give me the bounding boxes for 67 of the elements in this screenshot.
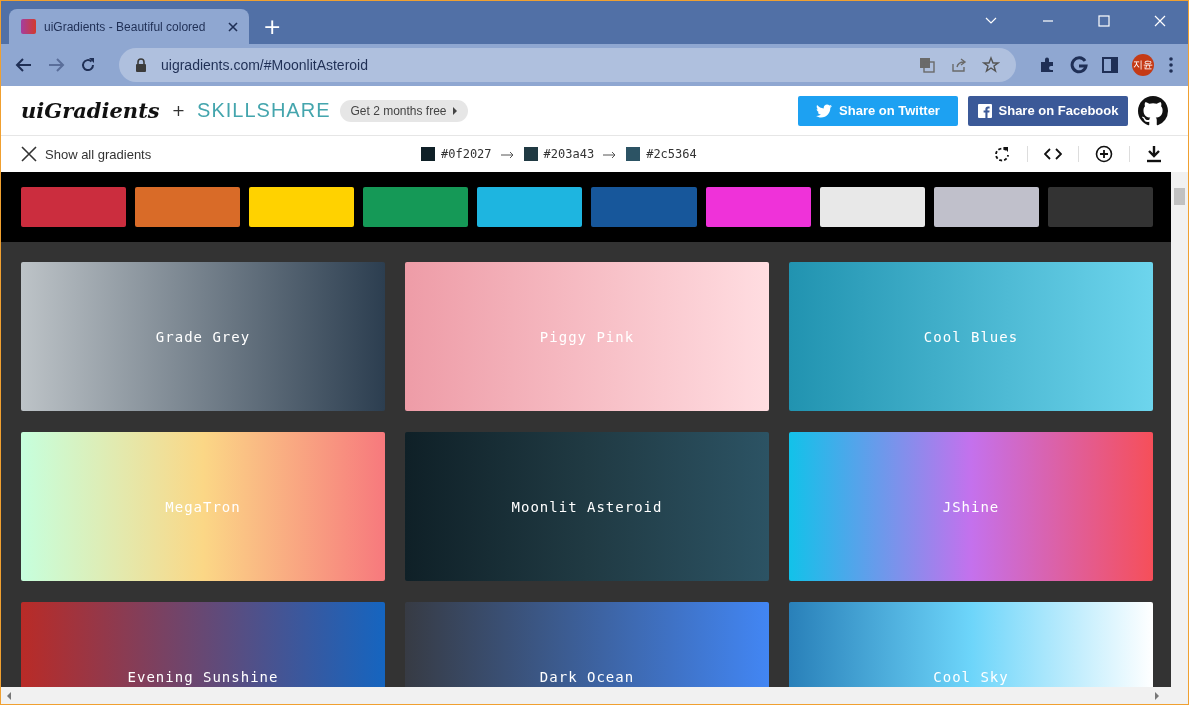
hex-code[interactable]: #2c5364 <box>646 147 697 161</box>
show-all-link[interactable]: Show all gradients <box>21 146 421 162</box>
gradient-name: Moonlit Asteroid <box>511 498 663 515</box>
close-tab-icon[interactable] <box>227 20 239 33</box>
color-filter-swatch[interactable] <box>249 187 355 227</box>
promo-button[interactable]: Get 2 months free <box>340 99 468 122</box>
menu-icon[interactable] <box>1168 56 1174 74</box>
github-icon[interactable] <box>1138 95 1168 126</box>
gradient-name: Grade Grey <box>155 328 251 345</box>
gradient-name: Cool Blues <box>923 328 1019 345</box>
hex-code[interactable]: #203a43 <box>543 147 595 161</box>
tab-title: uiGradients - Beautiful colored <box>44 19 207 34</box>
url-text: uigradients.com/#MoonlitAsteroid <box>161 57 368 73</box>
arrow-icon <box>603 150 618 158</box>
new-tab-button[interactable]: + <box>263 16 282 38</box>
share-icon[interactable] <box>950 56 968 74</box>
maximize-icon[interactable] <box>1098 14 1110 27</box>
caret-icon <box>451 106 458 115</box>
profile-avatar[interactable]: 지윤 <box>1132 54 1154 76</box>
gradient-name: Piggy Pink <box>539 328 635 345</box>
gradient-name: Dark Ocean <box>539 668 635 685</box>
browser-tab[interactable]: uiGradients - Beautiful colored <box>9 9 249 44</box>
gradient-name: Evening Sunshine <box>127 668 279 685</box>
horizontal-scrollbar[interactable] <box>1 687 1188 704</box>
color-filter-swatch[interactable] <box>819 187 925 227</box>
color-filter-swatch[interactable] <box>363 187 469 227</box>
close-icon <box>21 146 37 162</box>
back-icon[interactable] <box>15 56 33 74</box>
download-icon[interactable] <box>1146 145 1162 163</box>
favicon-icon <box>21 19 36 34</box>
gradient-name: Cool Sky <box>933 668 1009 685</box>
lock-icon <box>135 58 147 72</box>
color-filter-swatch[interactable] <box>1047 187 1153 227</box>
arrow-icon <box>500 150 515 158</box>
color-filter-swatch[interactable] <box>135 187 241 227</box>
gradient-card[interactable]: Moonlit Asteroid <box>405 432 769 581</box>
logo[interactable]: uiGradients <box>21 98 160 123</box>
vertical-scrollbar[interactable] <box>1171 172 1188 687</box>
reload-icon[interactable] <box>79 56 97 74</box>
color-filter-swatch[interactable] <box>591 187 697 227</box>
add-icon[interactable] <box>1095 145 1113 163</box>
bird-icon <box>816 103 833 118</box>
g-icon[interactable] <box>1070 56 1088 74</box>
close-icon[interactable] <box>1154 14 1166 27</box>
facebook-share-button[interactable]: Share on Facebook <box>968 95 1128 126</box>
color-filter-swatch[interactable] <box>705 187 811 227</box>
star-icon[interactable] <box>982 56 1000 74</box>
gradient-name: JShine <box>942 498 1000 515</box>
sidebar-icon[interactable] <box>1102 57 1118 73</box>
color-filter-swatch[interactable] <box>477 187 583 227</box>
facebook-icon <box>977 103 992 118</box>
code-icon[interactable] <box>1044 147 1062 161</box>
scroll-right-icon[interactable] <box>1154 691 1160 700</box>
color-filter-swatch[interactable] <box>21 187 127 227</box>
gradient-card[interactable]: Evening Sunshine <box>21 602 385 687</box>
puzzle-icon[interactable] <box>1038 56 1056 74</box>
plus-sign: + <box>171 101 186 120</box>
gradient-card[interactable]: Dark Ocean <box>405 602 769 687</box>
color-filter-swatch[interactable] <box>933 187 1039 227</box>
gradient-name: MegaTron <box>165 498 241 515</box>
gradient-card[interactable]: Grade Grey <box>21 262 385 411</box>
rotate-icon[interactable] <box>993 145 1011 163</box>
forward-icon[interactable] <box>47 56 65 74</box>
scroll-left-icon[interactable] <box>6 691 12 700</box>
hex-code[interactable]: #0f2027 <box>441 147 492 161</box>
tab-search-icon[interactable] <box>984 15 998 26</box>
address-bar[interactable]: uigradients.com/#MoonlitAsteroid <box>119 48 1016 82</box>
